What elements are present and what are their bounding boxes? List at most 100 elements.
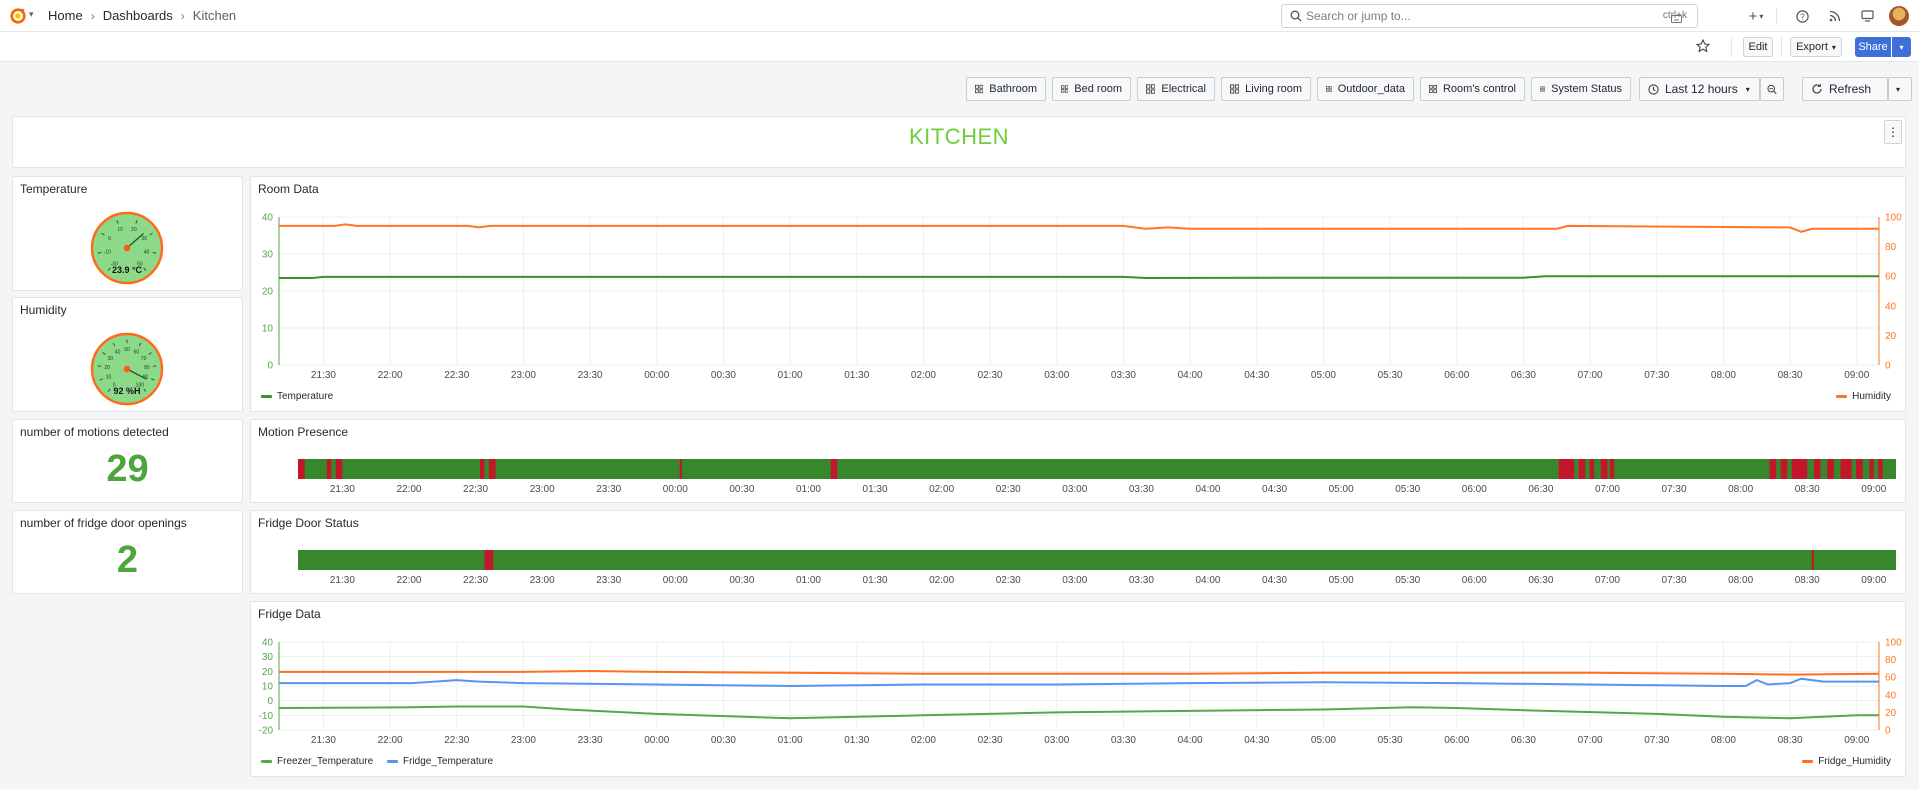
- x-tick-label: 23:00: [511, 370, 536, 381]
- export-button[interactable]: Export ▾: [1790, 37, 1842, 57]
- x-tick-label: 04:00: [1178, 735, 1203, 746]
- banner-title: KITCHEN: [908, 124, 1010, 149]
- refresh-button[interactable]: Refresh: [1802, 77, 1888, 101]
- state-bar-baseline: [298, 459, 1896, 479]
- time-range-label: Last 12 hours: [1665, 82, 1738, 96]
- x-tick-label: 06:30: [1528, 575, 1553, 586]
- chevron-down-icon: ▾: [1745, 84, 1750, 94]
- share-button[interactable]: Share: [1855, 37, 1891, 57]
- x-tick-label: 04:30: [1262, 575, 1287, 586]
- x-tick-label: 09:00: [1844, 735, 1869, 746]
- x-tick-label: 08:30: [1778, 370, 1803, 381]
- dashboard-link-label: System Status: [1551, 83, 1622, 95]
- gauge-hub: [123, 244, 131, 252]
- x-tick-label: 01:30: [844, 735, 869, 746]
- legend-item-fridge-humidity[interactable]: Fridge_Humidity: [1802, 756, 1891, 767]
- dashboard-link-label: Electrical: [1161, 83, 1206, 95]
- edit-button[interactable]: Edit: [1743, 37, 1773, 57]
- y-tick-label-left: 30: [262, 250, 274, 261]
- x-tick-label: 23:30: [596, 484, 621, 495]
- x-tick-label: 03:00: [1062, 575, 1087, 586]
- panel-title: Humidity: [20, 303, 67, 317]
- y-tick-label-right: 20: [1885, 708, 1897, 719]
- state-interval-active: [1840, 459, 1852, 479]
- chevron-right-icon: ›: [90, 8, 95, 23]
- help-icon[interactable]: ?: [1793, 7, 1811, 25]
- breadcrumb-home[interactable]: Home: [48, 8, 83, 23]
- zoom-out-button[interactable]: [1760, 77, 1784, 101]
- dashboard-link-room-s-control[interactable]: Room's control: [1420, 77, 1525, 101]
- svg-text:?: ?: [1800, 12, 1805, 21]
- rss-news-icon[interactable]: [1826, 7, 1844, 25]
- state-interval-active: [1769, 459, 1777, 479]
- x-tick-label: 00:30: [729, 484, 754, 495]
- x-tick-label: 08:30: [1778, 735, 1803, 746]
- y-tick-label-left: 0: [267, 696, 273, 707]
- x-tick-label: 09:00: [1861, 575, 1886, 586]
- divider: [1731, 37, 1732, 57]
- x-tick-label: 01:00: [778, 735, 803, 746]
- x-tick-label: 07:00: [1578, 735, 1603, 746]
- x-tick-label: 07:30: [1662, 484, 1687, 495]
- x-tick-label: 22:30: [444, 735, 469, 746]
- add-new-button[interactable]: + ▾: [1743, 7, 1769, 25]
- refresh-label: Refresh: [1829, 82, 1872, 96]
- search-input[interactable]: [1306, 8, 1626, 24]
- legend-item-temperature[interactable]: Temperature: [261, 391, 333, 402]
- apps-grid-icon: [1146, 84, 1156, 94]
- x-tick-label: 02:30: [996, 575, 1021, 586]
- menu-chevron-down-icon[interactable]: ▾: [29, 9, 34, 20]
- dashboard-link-system-status[interactable]: System Status: [1531, 77, 1631, 101]
- x-tick-label: 04:00: [1195, 575, 1220, 586]
- x-tick-label: 04:00: [1195, 484, 1220, 495]
- share-options-chevron-icon[interactable]: ▾: [1892, 37, 1911, 57]
- legend-label: Humidity: [1852, 391, 1891, 402]
- grafana-logo-icon[interactable]: [9, 7, 27, 25]
- dashboard-link-living-room[interactable]: Living room: [1221, 77, 1311, 101]
- motion-presence-timeline: 21:30 22:00 22:30 23:00 23:30 00:00 00:30 01:00…: [298, 459, 1896, 495]
- x-tick-label: 00:30: [711, 370, 736, 381]
- x-tick-label: 05:00: [1329, 575, 1354, 586]
- kiosk-mode-icon[interactable]: [1858, 7, 1876, 25]
- x-tick-label: 08:00: [1728, 484, 1753, 495]
- x-tick-label: 05:30: [1378, 735, 1403, 746]
- x-tick-label: 02:30: [996, 484, 1021, 495]
- humidity-panel: Humidity 0 10 20 30 40 50 60 70 80 90 100 92 %H: [12, 297, 243, 412]
- x-tick-label: 22:30: [463, 575, 488, 586]
- legend-label: Freezer_Temperature: [277, 756, 374, 767]
- legend-label: Temperature: [277, 391, 334, 402]
- breadcrumb-kitchen: Kitchen: [192, 8, 237, 23]
- search-box[interactable]: ctrl+k: [1281, 4, 1698, 28]
- dashboard-link-outdoor-data[interactable]: Outdoor_data: [1317, 77, 1414, 101]
- breadcrumb-dashboards[interactable]: Dashboards: [103, 8, 173, 23]
- y-tick-label-left: 40: [262, 213, 274, 224]
- x-tick-label: 03:30: [1111, 370, 1136, 381]
- y-tick-label-right: 20: [1885, 331, 1897, 342]
- x-tick-label: 08:00: [1711, 735, 1736, 746]
- x-tick-label: 06:30: [1528, 484, 1553, 495]
- time-range-picker[interactable]: Last 12 hours ▾: [1639, 77, 1760, 101]
- star-icon[interactable]: [1695, 38, 1711, 56]
- refresh-interval-chevron-icon[interactable]: ▾: [1888, 77, 1912, 101]
- user-avatar[interactable]: [1889, 6, 1909, 26]
- legend-item-freezer[interactable]: Freezer_Temperature: [261, 756, 373, 767]
- y-tick-label-left: 30: [262, 652, 274, 663]
- y-tick-label-right: 0: [1885, 361, 1891, 372]
- dashboard-link-bathroom[interactable]: Bathroom: [966, 77, 1046, 101]
- dashboard-link-bed-room[interactable]: Bed room: [1052, 77, 1131, 101]
- dashboard-link-electrical[interactable]: Electrical: [1137, 77, 1215, 101]
- humidity-gauge: 010203040 50 6070809010092 %H: [90, 332, 164, 406]
- legend-item-humidity[interactable]: Humidity: [1836, 391, 1891, 402]
- x-tick-label: 23:30: [578, 370, 603, 381]
- x-tick-label: 22:00: [378, 370, 403, 381]
- gauge-tick-label: 80: [144, 365, 150, 371]
- y-tick-label-left: 10: [262, 324, 274, 335]
- motions-count-value: 29: [106, 448, 149, 490]
- apps-grid-icon: [1061, 85, 1069, 93]
- temperature-panel: Temperature -30 -10 0 10 20 30 40 50 23.9 °C: [12, 176, 243, 291]
- y-tick-label-right: 80: [1885, 655, 1897, 666]
- y-tick-label-left: 0: [267, 361, 273, 372]
- legend-item-fridge[interactable]: Fridge_Temperature: [387, 756, 493, 767]
- panel-menu-icon[interactable]: ⋮: [1884, 120, 1902, 144]
- x-tick-label: 03:30: [1129, 575, 1154, 586]
